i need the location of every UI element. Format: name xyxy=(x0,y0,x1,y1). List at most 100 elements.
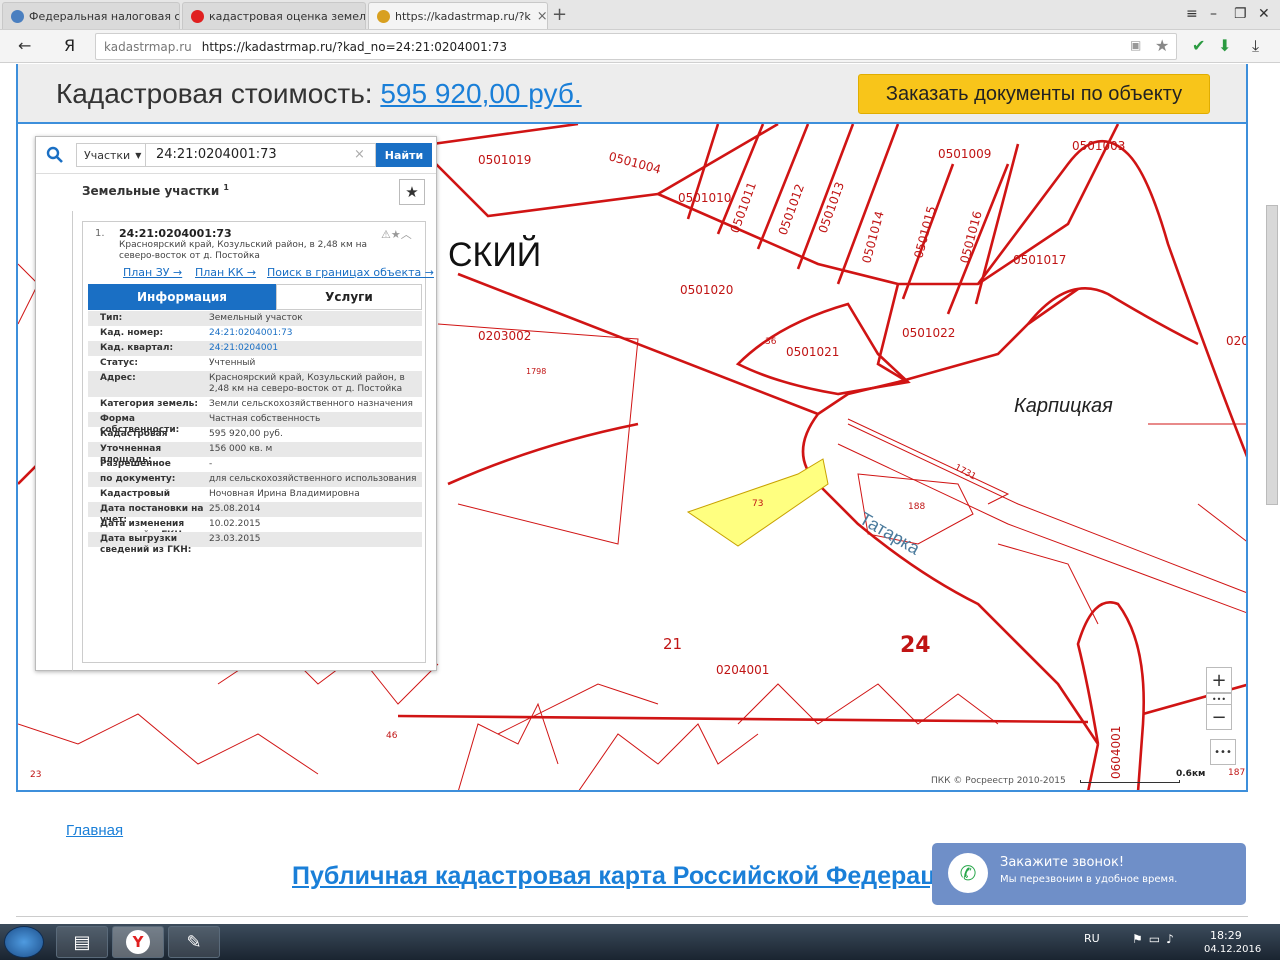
yandex-logo-icon[interactable]: Я xyxy=(64,36,75,55)
windows-taskbar: ▤ Y ✎ RU ⚑▭♪ 18:29 04.12.2016 xyxy=(0,924,1280,960)
home-link[interactable]: Главная xyxy=(66,822,123,839)
address-host: kadastrmap.ru xyxy=(104,39,192,54)
tray-icons[interactable]: ⚑▭♪ xyxy=(1132,932,1180,946)
attribute-row: Дата постановки на учет: 25.08.2014 xyxy=(88,502,422,525)
parcel-line xyxy=(578,723,759,790)
attribute-row: Тип: Земельный участок xyxy=(88,311,422,326)
parcel-number-label: 21 xyxy=(663,635,682,653)
zoom-in-button[interactable]: + xyxy=(1206,667,1232,693)
address-field[interactable]: kadastrmap.ru https://kadastrmap.ru/?kad… xyxy=(95,33,1177,60)
download-icon[interactable]: ⬇ xyxy=(1218,36,1231,55)
attribute-row: Разрешенное использование:- xyxy=(88,457,422,480)
attribute-key: Тип: xyxy=(100,313,123,323)
minimize-icon[interactable]: – xyxy=(1210,6,1217,22)
lock-icon[interactable]: ▣ xyxy=(1130,38,1141,52)
clear-search-icon[interactable]: × xyxy=(354,147,365,162)
parcel-number-label: 0501020 xyxy=(680,283,733,297)
callback-widget[interactable]: ✆ Закажите звонок! Мы перезвоним в удобн… xyxy=(932,843,1246,905)
search-icon[interactable] xyxy=(46,146,64,164)
callback-subtitle: Мы перезвоним в удобное время. xyxy=(1000,874,1178,885)
close-tab-icon[interactable]: × xyxy=(531,9,547,24)
start-button[interactable] xyxy=(4,926,44,958)
page-scrollbar[interactable] xyxy=(1266,205,1278,505)
parcel-card: 1. 24:21:0204001:73 Красноярский край, К… xyxy=(82,221,434,663)
search-input[interactable]: 24:21:0204001:73 xyxy=(146,143,376,167)
yandex-browser-icon[interactable]: Y xyxy=(112,926,164,958)
cadastral-price-header: Кадастровая стоимость: 595 920,00 руб. З… xyxy=(16,64,1248,124)
block-boundary xyxy=(801,413,1100,745)
card-warning-star-icon[interactable]: ⚠★︿ xyxy=(381,226,412,242)
explorer-icon[interactable]: ▤ xyxy=(56,926,108,958)
bookmark-star-icon[interactable]: ★ xyxy=(1155,36,1169,55)
parcel-line xyxy=(997,543,1099,625)
map-more-button[interactable]: ••• xyxy=(1210,739,1236,765)
order-documents-button[interactable]: Заказать документы по объекту xyxy=(858,74,1210,114)
chevron-down-icon: ▼ xyxy=(135,150,142,160)
map-scale-label: 0.6км xyxy=(1176,769,1206,779)
callback-title: Закажите звонок! xyxy=(1000,855,1125,870)
attribute-row: Кад. номер: 24:21:0204001:73 xyxy=(88,326,422,341)
parcel-number-label: 188 xyxy=(908,502,925,512)
plan-zu-link[interactable]: План ЗУ → xyxy=(123,266,182,279)
attribute-row: Кад. квартал: 24:21:0204001 xyxy=(88,341,422,356)
search-in-bounds-link[interactable]: Поиск в границах объекта → xyxy=(267,266,434,279)
attribute-value: 595 920,00 руб. xyxy=(209,429,283,439)
attribute-key: Статус: xyxy=(100,358,138,368)
window-close-icon[interactable]: ✕ xyxy=(1258,6,1270,22)
parcel-number-label: 73 xyxy=(752,499,763,509)
language-indicator[interactable]: RU xyxy=(1084,932,1100,945)
find-button[interactable]: Найти xyxy=(376,143,432,167)
new-tab-button[interactable]: + xyxy=(552,4,567,25)
attribute-value: 25.08.2014 xyxy=(209,504,261,514)
yandex-favicon-icon xyxy=(191,9,204,23)
paint-icon[interactable]: ✎ xyxy=(168,926,220,958)
public-cadastral-map-link[interactable]: Публичная кадастровая карта Российской Ф… xyxy=(292,862,966,891)
village-name-label: СКИЙ xyxy=(448,236,541,274)
price-value-link[interactable]: 595 920,00 руб. xyxy=(380,78,581,109)
menu-icon[interactable]: ≡ xyxy=(1186,6,1198,22)
parcel-number-label: 0604001 xyxy=(1109,726,1123,779)
restore-icon[interactable]: ❐ xyxy=(1234,6,1247,22)
attribute-value: - xyxy=(209,459,213,469)
attribute-value: Частная собственность xyxy=(209,414,321,424)
phone-icon[interactable]: ✆ xyxy=(948,853,988,893)
river-name-label: Татарка xyxy=(856,508,924,559)
kadastrmap-favicon-icon xyxy=(377,9,390,23)
search-type-value: Участки xyxy=(84,148,131,162)
protect-shield-icon[interactable]: ✔ xyxy=(1192,36,1205,55)
plan-kk-link[interactable]: План КК → xyxy=(195,266,256,279)
tab-yandex-search[interactable]: кадастровая оценка земел xyxy=(182,2,366,29)
tab-kadastrmap[interactable]: https://kadastrmap.ru/?k × xyxy=(368,2,548,29)
search-info-panel: Участки ▼ 24:21:0204001:73 × Найти Земель… xyxy=(35,136,437,671)
parcel-number-label: 46 xyxy=(386,731,398,741)
parcel-number-label: 0501015 xyxy=(911,205,938,260)
attribute-value: для сельскохозяйственного использования xyxy=(209,474,417,484)
clock-date[interactable]: 04.12.2016 xyxy=(1204,944,1261,955)
parcel-number-label: 187 xyxy=(1228,768,1245,778)
downloads-arrow-icon[interactable]: ⤓ xyxy=(1252,36,1259,56)
attribute-row: Адрес: Красноярский край, Козульский райо… xyxy=(88,371,422,397)
address-url: https://kadastrmap.ru/?kad_no=24:21:0204… xyxy=(201,39,508,54)
block-boundary xyxy=(1026,286,1199,346)
parcel-number-label: 0501016 xyxy=(957,210,984,265)
clock-time[interactable]: 18:29 xyxy=(1210,929,1242,942)
parcel-number-label: 0203002 xyxy=(478,329,531,343)
attribute-value[interactable]: 24:21:0204001 xyxy=(209,343,422,354)
results-header: Земельные участки 1 ★ xyxy=(72,177,432,211)
card-cadastral-number[interactable]: 24:21:0204001:73 xyxy=(119,227,232,240)
price-label: Кадастровая стоимость: xyxy=(56,78,381,109)
parcel-number-label: 020 xyxy=(1226,334,1248,348)
attribute-key: Дата выгрузки сведений из ГКН: xyxy=(100,534,192,555)
attribute-value[interactable]: 24:21:0204001:73 xyxy=(209,328,422,339)
divider xyxy=(16,916,1248,917)
favorites-star-icon[interactable]: ★ xyxy=(399,179,425,205)
tab-nalog[interactable]: Федеральная налоговая сл xyxy=(2,2,180,29)
zoom-out-button[interactable]: − xyxy=(1206,704,1232,730)
back-arrow-icon[interactable]: ← xyxy=(18,36,31,55)
place-name-label: Карпицкая xyxy=(1014,395,1113,417)
search-type-select[interactable]: Участки ▼ xyxy=(76,143,146,167)
tab-services[interactable]: Услуги xyxy=(276,284,422,310)
block-boundary xyxy=(1142,683,1246,716)
tab-information[interactable]: Информация xyxy=(88,284,276,310)
block-boundary xyxy=(417,124,579,148)
